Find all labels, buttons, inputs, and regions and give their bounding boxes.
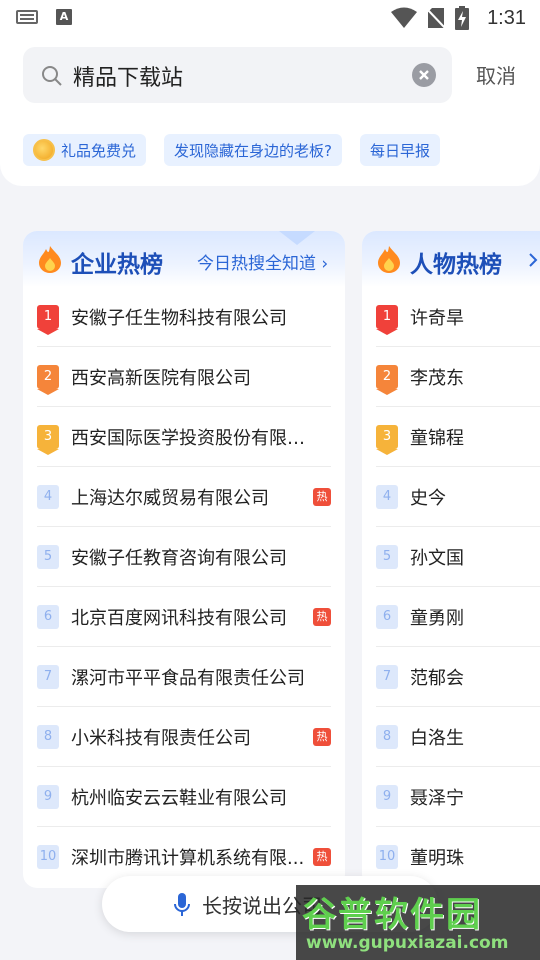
rank-badge: 1 [37,305,59,335]
people-name: 李茂东 [410,368,464,389]
enterprise-name: 西安国际医学投资股份有限公司 [71,428,305,449]
hot-badge: 热 [313,488,331,506]
rank-badge: 3 [376,425,398,455]
quick-chips: 礼品免费兑 发现隐藏在身边的老板? 每日早报 [23,134,440,166]
enterprise-name: 北京百度网讯科技有限公司 [71,608,287,629]
watermark-brand: 谷普软件园 [302,895,482,935]
people-row[interactable]: 2 李茂东 [376,347,540,407]
people-row[interactable]: 4 史今 [376,467,540,527]
rank-badge: 7 [376,665,398,689]
clear-icon[interactable] [412,63,436,87]
rank-badge: 6 [37,605,59,629]
people-name: 董明珠 [410,848,464,869]
no-sim-icon [427,8,446,29]
enterprise-name: 杭州临安云云鞋业有限公司 [71,788,287,809]
enterprise-row[interactable]: 5 安徽子任教育咨询有限公司 [37,527,331,587]
people-name: 聂泽宁 [410,788,464,809]
wifi-icon [391,7,418,28]
status-bar: A 1:31 [0,0,540,36]
clock: 1:31 [487,6,526,29]
rank-badge: 10 [37,845,59,869]
rank-badge: 2 [376,365,398,395]
people-row[interactable]: 7 范郁会 [376,647,540,707]
rank-badge: 1 [376,305,398,335]
search-input[interactable]: 精品下载站 [73,60,183,92]
hot-badge: 热 [313,848,331,866]
watermark-url: www.gupuxiazai.com [306,933,509,953]
enterprise-header: 企业热榜 今日热搜全知道 › [23,231,345,287]
keyboard-icon [16,10,38,24]
people-row[interactable]: 6 童勇刚 [376,587,540,647]
people-header: 人物热榜 [362,231,540,287]
enterprise-row[interactable]: 9 杭州临安云云鞋业有限公司 [37,767,331,827]
enterprise-name: 上海达尔威贸易有限公司 [71,488,269,509]
people-row[interactable]: 3 童锦程 [376,407,540,467]
rank-badge: 2 [37,365,59,395]
people-title: 人物热榜 [410,252,502,278]
notch-decoration [279,231,315,245]
microphone-icon [174,893,190,916]
chip-discover-boss[interactable]: 发现隐藏在身边的老板? [164,134,342,166]
enterprise-title: 企业热榜 [71,252,163,278]
rank-badge: 3 [37,425,59,455]
people-row[interactable]: 9 聂泽宁 [376,767,540,827]
enterprise-row[interactable]: 3 西安国际医学投资股份有限公司 [37,407,331,467]
rank-badge: 9 [37,785,59,809]
enterprise-row[interactable]: 7 漯河市平平食品有限责任公司 [37,647,331,707]
people-name: 史今 [410,488,446,509]
watermark: 谷普软件园 www.gupuxiazai.com [296,885,540,960]
flame-icon [378,246,400,273]
people-name: 范郁会 [410,668,464,689]
rank-badge: 4 [376,485,398,509]
rank-badge: 5 [37,545,59,569]
search-icon [42,66,62,86]
search-box[interactable]: 精品下载站 [23,47,452,103]
people-name: 许奇旱 [410,308,464,329]
people-name: 白洛生 [410,728,464,749]
enterprise-name: 深圳市腾讯计算机系统有限... [71,848,305,869]
battery-charging-icon [455,6,470,30]
enterprise-row[interactable]: 2 西安高新医院有限公司 [37,347,331,407]
rank-badge: 7 [37,665,59,689]
enterprise-name: 西安高新医院有限公司 [71,368,251,389]
people-name: 童锦程 [410,428,464,449]
today-hot-link[interactable]: 今日热搜全知道 › [197,249,328,274]
enterprise-row[interactable]: 4 上海达尔威贸易有限公司 热 [37,467,331,527]
enterprise-row[interactable]: 6 北京百度网讯科技有限公司 热 [37,587,331,647]
rank-badge: 10 [376,845,398,869]
people-row[interactable]: 8 白洛生 [376,707,540,767]
hot-badge: 热 [313,728,331,746]
enterprise-row[interactable]: 1 安徽子任生物科技有限公司 [37,287,331,347]
rank-badge: 8 [37,725,59,749]
people-hot-list: 人物热榜 1 许奇旱 2 李茂东 3 童锦程 4 史今 5 孙文国 6 童勇刚 7 范郁会 8 白洛生 9 聂泽宁… [362,231,540,888]
hot-badge: 热 [313,608,331,626]
rank-badge: 9 [376,785,398,809]
enterprise-name: 小米科技有限责任公司 [71,728,251,749]
people-name: 孙文国 [410,548,464,569]
enterprise-name: 安徽子任生物科技有限公司 [71,308,287,329]
chip-daily-report[interactable]: 每日早报 [359,134,440,166]
accessibility-icon: A [56,9,72,25]
enterprise-name: 安徽子任教育咨询有限公司 [71,548,287,569]
enterprise-row[interactable]: 8 小米科技有限责任公司 热 [37,707,331,767]
rank-badge: 5 [376,545,398,569]
cancel-button[interactable]: 取消 [476,60,516,89]
flame-icon [39,246,61,273]
rank-badge: 8 [376,725,398,749]
coin-icon [33,139,55,161]
enterprise-hot-list: 企业热榜 今日热搜全知道 › 1 安徽子任生物科技有限公司 2 西安高新医院有限公司 3… [23,231,345,888]
people-row[interactable]: 5 孙文国 [376,527,540,587]
chevron-right-icon [529,253,538,267]
search-panel: 精品下载站 取消 礼品免费兑 发现隐藏在身边的老板? 每日早报 [0,36,540,186]
people-name: 童勇刚 [410,608,464,629]
rank-badge: 4 [37,485,59,509]
rank-badge: 6 [376,605,398,629]
chip-gift[interactable]: 礼品免费兑 [23,134,147,166]
people-row[interactable]: 1 许奇旱 [376,287,540,347]
enterprise-name: 漯河市平平食品有限责任公司 [71,668,305,689]
